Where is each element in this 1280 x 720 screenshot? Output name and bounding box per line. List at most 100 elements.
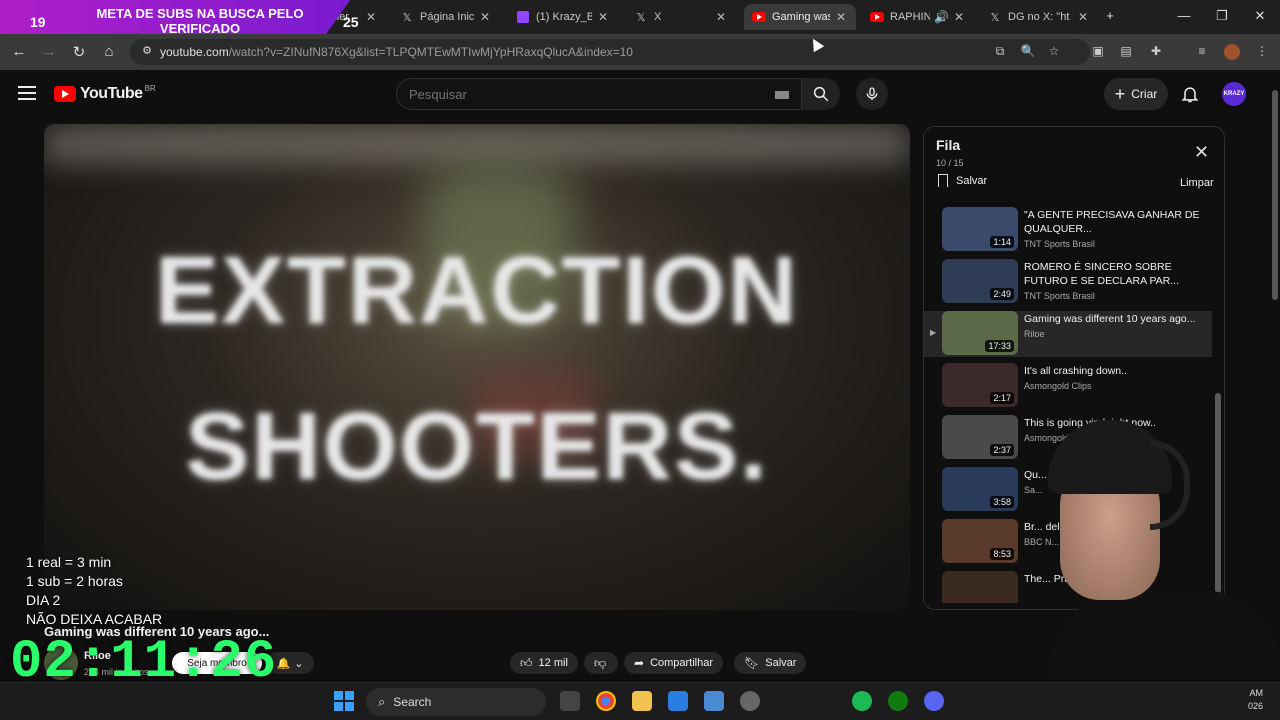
tab-3-title: X	[654, 11, 662, 23]
zoom-icon[interactable]: 🔍	[1020, 44, 1036, 60]
extension-icon[interactable]: ▤	[1118, 44, 1134, 60]
chrome-icon[interactable]	[596, 691, 616, 711]
maximize-button[interactable]: ❐	[1212, 8, 1232, 24]
video-player[interactable]: EXTRACTION SHOOTERS.	[44, 124, 910, 610]
settings-icon[interactable]	[740, 691, 760, 711]
queue-title: Fila	[936, 137, 961, 153]
avatar-text: KRAZY	[1223, 91, 1245, 97]
queue-clear-button[interactable]: Limpar	[1180, 177, 1214, 189]
screen: eamEler ✕ 𝕏 Página Inicial ✕ (1) Krazy_B…	[0, 0, 1280, 720]
search-input[interactable]	[409, 87, 749, 102]
close-icon[interactable]: ✕	[596, 10, 610, 24]
tab-5[interactable]: RAPHINH 🔊 ✕	[862, 4, 974, 30]
search-box[interactable]	[396, 78, 802, 110]
x-icon: 𝕏	[636, 11, 646, 24]
windows-taskbar: ⌕ Search AM 026	[0, 682, 1280, 720]
rule-slogan: NÃO DEIXA ACABAR	[26, 611, 163, 627]
bookmark-star-icon[interactable]: ☆	[1046, 44, 1062, 60]
close-window-button[interactable]: ✕	[1250, 8, 1270, 24]
close-icon[interactable]: ✕	[478, 10, 492, 24]
queue-item-channel: Riloe	[1024, 329, 1045, 339]
tab-1[interactable]: 𝕏 Página Inicial ✕	[392, 4, 500, 30]
search-icon	[813, 86, 829, 102]
bookmark-icon	[938, 174, 948, 187]
discord-icon[interactable]	[924, 691, 944, 711]
install-icon[interactable]: ⧉	[992, 44, 1008, 60]
windows-start-icon[interactable]	[334, 691, 354, 711]
like-button[interactable]: 👍︎ 12 mil	[510, 652, 578, 674]
close-icon[interactable]: ✕	[714, 10, 728, 24]
forward-icon[interactable]: →	[40, 43, 58, 60]
calculator-icon[interactable]	[704, 691, 724, 711]
keyboard-icon[interactable]	[775, 91, 789, 99]
queue-item[interactable]: 1:14 "A GENTE PRECISAVA GANHAR DE QUALQUE…	[930, 207, 1212, 253]
close-icon[interactable]: ✕	[1076, 10, 1090, 24]
account-avatar[interactable]: KRAZY	[1222, 82, 1246, 106]
queue-duration: 2:49	[990, 288, 1014, 300]
site-info-icon[interactable]: ⚙	[138, 44, 156, 57]
queue-item-channel: TNT Sports Brasil	[1024, 239, 1095, 249]
x-icon: 𝕏	[990, 11, 1000, 24]
new-tab-button[interactable]: +	[1100, 8, 1120, 23]
close-icon[interactable]: ✕	[952, 10, 966, 24]
browser-toolbar: ← → ↻ ⌂ ⚙ youtube.com/watch?v=ZINufN876X…	[0, 34, 1280, 70]
menu-icon[interactable]: ⋮	[1254, 44, 1270, 60]
thumbs-up-icon: 👍︎	[520, 655, 533, 670]
queue-meta: Gaming was different 10 years ago... Rilo…	[1024, 311, 1210, 357]
close-icon[interactable]: ✕	[1194, 142, 1209, 163]
home-icon[interactable]: ⌂	[100, 43, 118, 60]
puzzle-icon[interactable]: ✚	[1148, 44, 1164, 60]
search-button[interactable]	[802, 78, 840, 110]
video-caption-line2: SHOOTERS.	[185, 393, 769, 500]
back-icon[interactable]: ←	[10, 43, 28, 60]
menu-burger-icon[interactable]	[18, 86, 36, 104]
profile-avatar[interactable]	[1224, 44, 1240, 60]
bell-icon[interactable]	[1180, 84, 1200, 104]
tab-3[interactable]: 𝕏 X ✕	[626, 4, 736, 30]
save-button[interactable]: 🔖︎ Salvar	[734, 652, 807, 674]
queue-save-button[interactable]: Salvar	[938, 174, 987, 187]
drag-handle	[930, 432, 942, 461]
close-icon[interactable]: ✕	[364, 10, 378, 24]
store-icon[interactable]	[668, 691, 688, 711]
queue-thumbnail[interactable]: 2:49	[942, 259, 1018, 303]
queue-thumbnail[interactable]: 1:14	[942, 207, 1018, 251]
drag-handle	[930, 588, 942, 603]
create-button[interactable]: + Criar	[1104, 78, 1168, 110]
address-bar[interactable]: ⚙ youtube.com/watch?v=ZINufN876Xg&list=T…	[130, 39, 1090, 65]
media-icon[interactable]: ≡	[1194, 44, 1210, 60]
video-caption-line1: EXTRACTION	[155, 237, 799, 344]
drag-handle	[930, 224, 942, 253]
video-bg-light	[44, 124, 910, 164]
taskbar-search[interactable]: ⌕ Search	[366, 688, 546, 716]
queue-duration: 1:14	[990, 236, 1014, 248]
queue-item[interactable]: 2:49 ROMERO É SINCERO SOBRE FUTURO E SE D…	[930, 259, 1212, 305]
page-scroll-thumb[interactable]	[1272, 90, 1278, 300]
logo-country: BR	[144, 83, 156, 93]
tab-4-active[interactable]: Gaming was ✕	[744, 4, 856, 30]
tab-6[interactable]: 𝕏 DG no X: "ht ✕	[980, 4, 1098, 30]
speaker-icon[interactable]: 🔊	[934, 10, 949, 24]
spotify-icon[interactable]	[852, 691, 872, 711]
dislike-button[interactable]: 👎︎	[584, 652, 618, 674]
plus-icon: +	[1114, 83, 1126, 104]
minimize-button[interactable]: —	[1174, 8, 1194, 23]
queue-thumbnail[interactable]: 17:33	[942, 311, 1018, 355]
queue-item[interactable]: ▶ 17:33 Gaming was different 10 years ago.…	[924, 311, 1212, 357]
queue-save-label: Salvar	[956, 174, 988, 187]
extension-icon[interactable]: ▣	[1090, 44, 1106, 60]
folder-icon[interactable]	[632, 691, 652, 711]
voice-search-button[interactable]	[856, 78, 888, 110]
create-label: Criar	[1131, 87, 1158, 101]
share-button[interactable]: ➦ Compartilhar	[624, 652, 724, 674]
youtube-logo[interactable]: YouTube BR	[54, 83, 156, 103]
page-scrollbar[interactable]	[1270, 70, 1280, 682]
reload-icon[interactable]: ↻	[70, 43, 88, 61]
close-icon[interactable]: ✕	[834, 10, 848, 24]
system-clock[interactable]: AM 026	[1248, 687, 1263, 713]
tab-2[interactable]: (1) Krazy_Bon ✕	[508, 4, 618, 30]
xbox-icon[interactable]	[888, 691, 908, 711]
logo-word: YouTube	[80, 85, 143, 102]
taskview-icon[interactable]	[560, 691, 580, 711]
bookmark-icon: 🔖︎	[744, 656, 760, 670]
